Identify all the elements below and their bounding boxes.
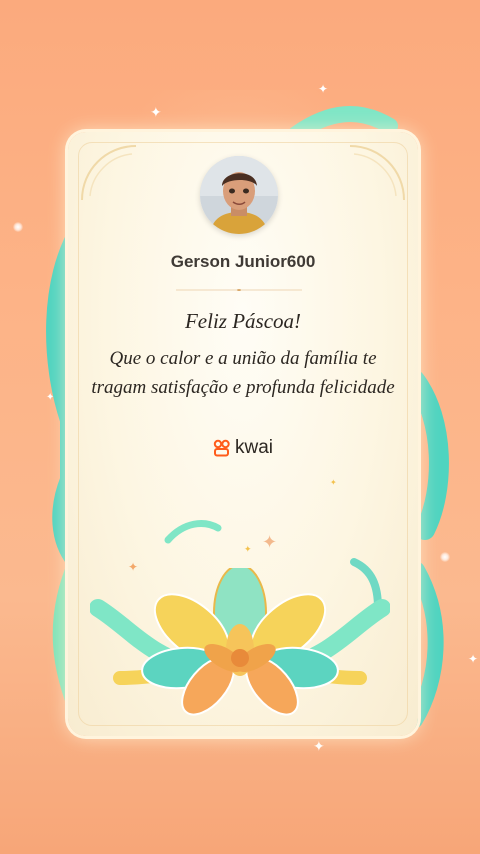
sparkle-icon: ✦ (313, 738, 325, 754)
sparkle-icon: ✦ (318, 82, 329, 96)
sparkle-icon: ✦ (262, 532, 278, 552)
greeting-message: Que o calor e a união da família te trag… (91, 348, 395, 398)
sparkle-icon: ✦ (150, 104, 162, 120)
greeting-headline: Feliz Páscoa! (184, 309, 302, 333)
confetti-ribbon (164, 520, 222, 544)
kwai-logo-icon (213, 439, 230, 457)
corner-ornament-icon (81, 145, 137, 201)
brand-name: kwai (234, 437, 273, 458)
sparkle-icon: ✦ (244, 544, 252, 554)
divider-ornament (176, 289, 302, 291)
avatar (200, 156, 278, 234)
user-avatar-icon (200, 156, 278, 234)
sparkle-icon: ✦ (330, 478, 337, 487)
username-label: Gerson Junior600 (170, 252, 316, 271)
light-dot (13, 222, 23, 232)
flower-bow-decoration (90, 568, 390, 716)
brand-logo: kwai (68, 437, 418, 459)
corner-ornament-icon (349, 145, 405, 201)
